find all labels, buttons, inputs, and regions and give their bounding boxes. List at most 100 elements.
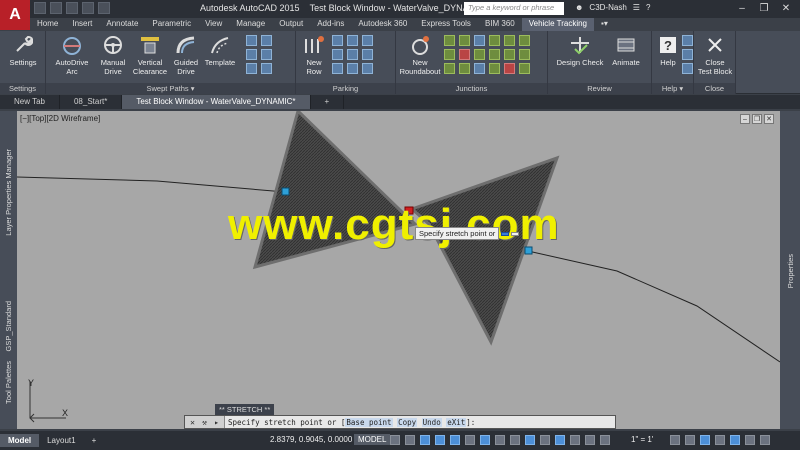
parking-tool-icon[interactable] (362, 63, 373, 74)
junction-tool-icon[interactable] (474, 63, 485, 74)
exchange-icon[interactable]: ☰ (633, 3, 640, 12)
command-option-undo[interactable]: Undo (421, 417, 442, 427)
swept-tool-icon[interactable] (246, 35, 257, 46)
search-input[interactable]: Type a keyword or phrase (464, 2, 564, 15)
document-tab[interactable]: Test Block Window - WaterValve_DYNAMIC* (122, 95, 311, 109)
panel-title-help[interactable]: Help ▾ (652, 83, 693, 94)
new-icon[interactable] (34, 2, 46, 14)
new-roundabout-button[interactable]: New Roundabout (398, 34, 442, 76)
manual-drive-button[interactable]: Manual Drive (94, 34, 132, 76)
grip-left[interactable] (281, 187, 290, 196)
junction-tool-icon[interactable] (489, 35, 500, 46)
parking-tool-icon[interactable] (347, 35, 358, 46)
ribbon-tab-express-tools[interactable]: Express Tools (414, 18, 478, 31)
settings-button[interactable]: Settings (6, 34, 40, 67)
palette-properties[interactable]: Properties (786, 254, 795, 288)
redo-icon[interactable] (98, 2, 110, 14)
ribbon-tab-overflow-icon[interactable]: ▪▾ (594, 18, 615, 31)
dynamic-input-field-2[interactable] (511, 231, 520, 236)
close-test-block-button[interactable]: Close Test Block (694, 34, 736, 76)
clean-screen-icon[interactable] (730, 435, 740, 445)
parking-tool-icon[interactable] (332, 63, 343, 74)
command-option-exit[interactable]: eXit (446, 417, 467, 427)
junction-tool-icon[interactable] (519, 49, 530, 60)
junction-tool-icon[interactable] (504, 35, 515, 46)
hardware-acceleration-icon[interactable] (715, 435, 725, 445)
drawing-viewport[interactable]: [−][Top][2D Wireframe] – ❐ ✕ www.cgtsj.c… (17, 111, 780, 429)
animate-button[interactable]: Animate (608, 34, 644, 67)
junction-tool-icon[interactable] (474, 49, 485, 60)
junction-tool-icon[interactable] (489, 49, 500, 60)
ribbon-tab-home[interactable]: Home (30, 18, 65, 31)
isolate-objects-icon[interactable] (700, 435, 710, 445)
snap-icon[interactable] (405, 435, 415, 445)
palette-tool-palettes[interactable]: Tool Palettes (4, 361, 13, 404)
lineweight-icon[interactable] (480, 435, 490, 445)
ribbon-tab-parametric[interactable]: Parametric (145, 18, 198, 31)
help-tool-icon[interactable] (682, 49, 693, 60)
command-option-copy[interactable]: Copy (397, 417, 418, 427)
layout-tab-layout1[interactable]: Layout1 (39, 434, 83, 447)
help-tool-icon[interactable] (682, 35, 693, 46)
swept-tool-icon[interactable] (261, 49, 272, 60)
dynamic-input-icon[interactable] (540, 435, 550, 445)
palette-gsp-standard[interactable]: GSP_Standard (4, 301, 13, 351)
junction-tool-icon[interactable] (504, 49, 515, 60)
restore-button[interactable]: ❐ (754, 1, 774, 15)
help-button[interactable]: ? Help (656, 34, 680, 67)
junction-tool-icon[interactable] (474, 35, 485, 46)
panel-title-swept-paths[interactable]: Swept Paths ▾ (46, 83, 295, 94)
grid-icon[interactable] (390, 435, 400, 445)
ortho-icon[interactable] (420, 435, 430, 445)
junction-tool-icon[interactable] (444, 63, 455, 74)
ribbon-tab-view[interactable]: View (198, 18, 229, 31)
user-name[interactable]: C3D-Nash (589, 3, 626, 12)
swept-tool-icon[interactable] (246, 49, 257, 60)
command-option-base-point[interactable]: Base point (345, 417, 393, 427)
otrack-icon[interactable] (465, 435, 475, 445)
workspace-icon[interactable] (585, 435, 595, 445)
gear-icon[interactable] (670, 435, 680, 445)
ribbon-tab-add-ins[interactable]: Add-ins (310, 18, 351, 31)
swept-tool-icon[interactable] (246, 63, 257, 74)
auto-scale-icon[interactable] (570, 435, 580, 445)
command-line[interactable]: ✕ ⚒ ▸ Specify stretch point or [ Base po… (184, 415, 616, 429)
undo-icon[interactable] (82, 2, 94, 14)
minimize-button[interactable]: – (732, 1, 752, 15)
ribbon-tab-vehicle-tracking[interactable]: Vehicle Tracking (521, 18, 594, 31)
parking-tool-icon[interactable] (347, 49, 358, 60)
plus-icon[interactable] (685, 435, 695, 445)
quick-properties-icon[interactable] (600, 435, 610, 445)
document-tab[interactable]: New Tab (0, 95, 60, 109)
close-window-button[interactable]: ✕ (776, 1, 796, 15)
junction-tool-icon[interactable] (519, 35, 530, 46)
customize-icon[interactable]: ⚒ (199, 417, 210, 428)
document-tab[interactable]: 08_Start* (60, 95, 123, 109)
ribbon-tab-output[interactable]: Output (272, 18, 310, 31)
vertical-clearance-button[interactable]: Vertical Clearance (130, 34, 170, 76)
junction-tool-icon[interactable] (504, 63, 515, 74)
customization-icon[interactable] (745, 435, 755, 445)
menu-icon[interactable] (760, 435, 770, 445)
junction-tool-icon[interactable] (444, 49, 455, 60)
junction-tool-icon[interactable] (444, 35, 455, 46)
save-icon[interactable] (66, 2, 78, 14)
add-layout-icon[interactable]: + (84, 434, 105, 447)
annotation-visibility-icon[interactable] (555, 435, 565, 445)
parking-tool-icon[interactable] (362, 35, 373, 46)
swept-tool-icon[interactable] (261, 63, 272, 74)
swept-tool-icon[interactable] (261, 35, 272, 46)
application-menu-button[interactable]: A (0, 0, 30, 30)
new-document-tab-icon[interactable]: + (311, 95, 345, 109)
polar-icon[interactable] (435, 435, 445, 445)
guided-drive-button[interactable]: Guided Drive (168, 34, 204, 76)
ribbon-tab-insert[interactable]: Insert (65, 18, 99, 31)
close-command-line-icon[interactable]: ✕ (187, 417, 198, 428)
parking-tool-icon[interactable] (332, 49, 343, 60)
help-icon[interactable]: ? (646, 3, 650, 12)
ribbon-tab-autodesk-360[interactable]: Autodesk 360 (351, 18, 414, 31)
model-space-button[interactable]: MODEL (354, 434, 391, 445)
ribbon-tab-bim-360[interactable]: BIM 360 (478, 18, 522, 31)
ribbon-tab-manage[interactable]: Manage (229, 18, 272, 31)
design-check-button[interactable]: Design Check (552, 34, 608, 67)
